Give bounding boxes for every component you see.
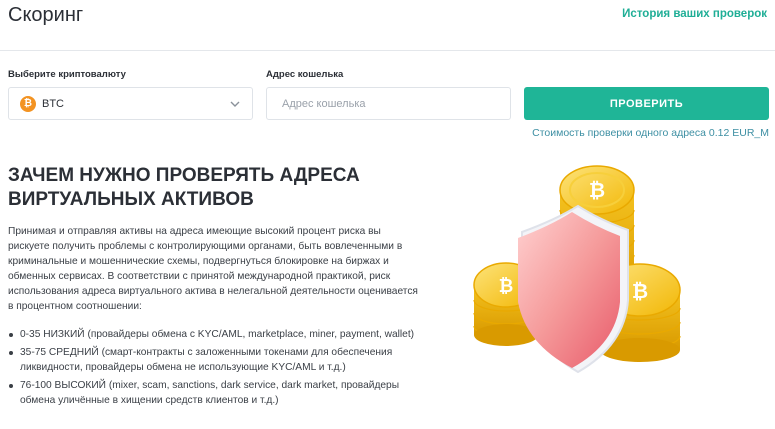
- wallet-address-input[interactable]: [266, 87, 511, 120]
- risk-item-low: 0-35 НИЗКИЙ (провайдеры обмена с KYC/AML…: [8, 327, 418, 342]
- risk-list: 0-35 НИЗКИЙ (провайдеры обмена с KYC/AML…: [8, 327, 418, 411]
- risk-item-medium: 35-75 СРЕДНИЙ (смарт-контракты с заложен…: [8, 345, 418, 375]
- coins-shield-illustration: ₿ ₿ ₿: [473, 165, 681, 374]
- history-link[interactable]: История ваших проверок: [622, 8, 767, 20]
- svg-text:₿: ₿: [632, 279, 648, 303]
- page-title: Скоринг: [8, 4, 84, 26]
- svg-text:₿: ₿: [499, 276, 514, 297]
- crypto-label: Выберите криптовалюту: [8, 69, 126, 80]
- svg-text:₿: ₿: [589, 178, 605, 202]
- page-header: Скоринг История ваших проверок: [0, 0, 775, 51]
- chevron-down-icon: [230, 101, 240, 107]
- crypto-select-value: BTC: [42, 98, 64, 110]
- section-heading: ЗАЧЕМ НУЖНО ПРОВЕРЯТЬ АДРЕСА ВИРТУАЛЬНЫХ…: [8, 165, 360, 210]
- wallet-label: Адрес кошелька: [266, 69, 344, 80]
- risk-item-high: 76-100 ВЫСОКИЙ (mixer, scam, sanctions, …: [8, 378, 418, 408]
- crypto-select[interactable]: ₿ BTC: [8, 87, 253, 120]
- price-note: Стоимость проверки одного адреса 0.12 EU…: [532, 127, 769, 139]
- check-button[interactable]: ПРОВЕРИТЬ: [524, 87, 769, 120]
- bitcoin-icon: ₿: [20, 96, 36, 112]
- info-paragraph: Принимая и отправляя активы на адреса им…: [8, 226, 418, 312]
